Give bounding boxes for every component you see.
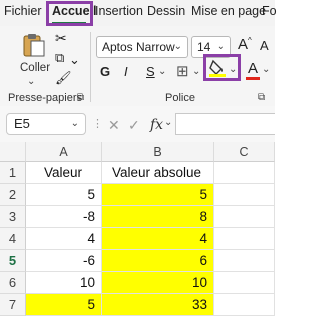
menu-fichier[interactable]: Fichier bbox=[4, 4, 42, 18]
menu-mise-en-page[interactable]: Mise en page bbox=[191, 4, 266, 18]
font-dialog-launcher-icon[interactable]: ⧉ bbox=[258, 92, 265, 103]
paste-icon bbox=[23, 34, 45, 57]
cell-a6[interactable]: 10 bbox=[26, 272, 102, 294]
cell-c7[interactable] bbox=[214, 294, 275, 316]
column-header-b[interactable]: B bbox=[102, 142, 214, 162]
italic-button[interactable]: I bbox=[124, 64, 128, 79]
enter-icon[interactable]: ✓ bbox=[128, 117, 140, 134]
paste-label[interactable]: Coller bbox=[20, 62, 50, 74]
cell-b6[interactable]: 10 bbox=[102, 272, 214, 294]
cell-b3[interactable]: 8 bbox=[102, 206, 214, 228]
row-header[interactable]: 1 bbox=[0, 162, 26, 184]
cell-c4[interactable] bbox=[214, 228, 275, 250]
clipboard-group-label: Presse-papiers bbox=[8, 92, 82, 104]
borders-icon[interactable]: ⊞ bbox=[176, 62, 189, 80]
borders-dropdown-icon[interactable]: ⌄ bbox=[192, 66, 200, 77]
row-header[interactable]: 7 bbox=[0, 294, 26, 316]
row-header[interactable]: 2 bbox=[0, 184, 26, 206]
fill-color-button[interactable] bbox=[208, 58, 228, 78]
cell-a4[interactable]: 4 bbox=[26, 228, 102, 250]
formula-input[interactable] bbox=[175, 113, 275, 135]
cell-c6[interactable] bbox=[214, 272, 275, 294]
spreadsheet-grid: A B C 1 Valeur Valeur absolue 2 5 5 3 -8… bbox=[0, 142, 275, 316]
font-size-value: 14 bbox=[197, 40, 211, 54]
bold-button[interactable]: G bbox=[100, 64, 110, 79]
insert-function-icon[interactable]: fx bbox=[150, 117, 163, 133]
row-header[interactable]: 4 bbox=[0, 228, 26, 250]
copy-dropdown-icon[interactable]: ⌄ bbox=[69, 52, 80, 68]
menu-dessin[interactable]: Dessin bbox=[147, 4, 185, 18]
font-group-label: Police bbox=[165, 92, 195, 104]
cut-icon[interactable]: ✂ bbox=[55, 30, 67, 47]
paste-button[interactable] bbox=[22, 32, 46, 58]
chevron-down-icon: ⌄ bbox=[70, 118, 79, 129]
row-header[interactable]: 3 bbox=[0, 206, 26, 228]
cell-b2[interactable]: 5 bbox=[102, 184, 214, 206]
cell-c5[interactable] bbox=[214, 250, 275, 272]
cell-a5[interactable]: -6 bbox=[26, 250, 102, 272]
cell-c1[interactable] bbox=[214, 162, 275, 184]
font-name-value: Aptos Narrow bbox=[102, 40, 175, 54]
cell-b7[interactable]: 33 bbox=[102, 294, 214, 316]
decrease-font-size-icon[interactable]: A bbox=[260, 38, 269, 53]
font-name-select[interactable]: Aptos Narrow ⌄ bbox=[96, 36, 188, 58]
ribbon: Coller ⌄ ✂ ⧉ ⌄ 🖌 Presse-papiers ⧉ Aptos … bbox=[0, 26, 275, 107]
cell-a1[interactable]: Valeur bbox=[26, 162, 102, 184]
underline-button[interactable]: S bbox=[146, 64, 155, 79]
increase-font-size-icon[interactable]: A^ bbox=[238, 36, 252, 53]
clipboard-dialog-launcher-icon[interactable]: ⧉ bbox=[77, 92, 84, 103]
copy-icon[interactable]: ⧉ bbox=[55, 50, 64, 66]
cell-b1[interactable]: Valeur absolue bbox=[102, 162, 214, 184]
function-dropdown-icon[interactable]: ⌄ bbox=[164, 117, 172, 128]
cell-b4[interactable]: 4 bbox=[102, 228, 214, 250]
more-icon[interactable]: ⋮ bbox=[92, 117, 103, 130]
font-color-dropdown-icon[interactable]: ⌄ bbox=[262, 64, 270, 75]
cell-a7[interactable]: 5 bbox=[26, 294, 102, 316]
row-header[interactable]: 5 bbox=[0, 250, 26, 272]
highlight-box-accueil bbox=[46, 1, 93, 26]
fill-color-dropdown-icon[interactable]: ⌄ bbox=[229, 64, 237, 75]
menu-formules-truncated[interactable]: Fo bbox=[262, 4, 277, 18]
cell-c2[interactable] bbox=[214, 184, 275, 206]
paste-dropdown-icon[interactable]: ⌄ bbox=[27, 76, 35, 87]
group-separator bbox=[90, 32, 91, 102]
column-header-a[interactable]: A bbox=[26, 142, 102, 162]
chevron-down-icon: ⌄ bbox=[173, 41, 182, 52]
name-box-value: E5 bbox=[14, 116, 30, 131]
underline-dropdown-icon[interactable]: ⌄ bbox=[158, 66, 166, 77]
formula-bar: E5 ⌄ ⋮ ✕ ✓ fx ⌄ bbox=[0, 106, 275, 143]
cell-b5[interactable]: 6 bbox=[102, 250, 214, 272]
font-color-glyph: A bbox=[247, 60, 258, 77]
cell-a3[interactable]: -8 bbox=[26, 206, 102, 228]
cancel-icon[interactable]: ✕ bbox=[108, 117, 120, 134]
format-painter-icon[interactable]: 🖌 bbox=[55, 70, 72, 86]
row-header[interactable]: 6 bbox=[0, 272, 26, 294]
font-color-button[interactable]: A bbox=[245, 60, 261, 80]
menu-bar: Fichier Accueil Insertion Dessin Mise en… bbox=[0, 0, 277, 26]
cell-c3[interactable] bbox=[214, 206, 275, 228]
font-color-swatch bbox=[246, 77, 260, 80]
menu-insertion[interactable]: Insertion bbox=[95, 4, 143, 18]
select-all-corner[interactable] bbox=[0, 142, 26, 162]
cell-a2[interactable]: 5 bbox=[26, 184, 102, 206]
name-box[interactable]: E5 ⌄ bbox=[6, 113, 86, 135]
fill-bucket-icon bbox=[209, 59, 226, 77]
column-header-c[interactable]: C bbox=[214, 142, 275, 162]
